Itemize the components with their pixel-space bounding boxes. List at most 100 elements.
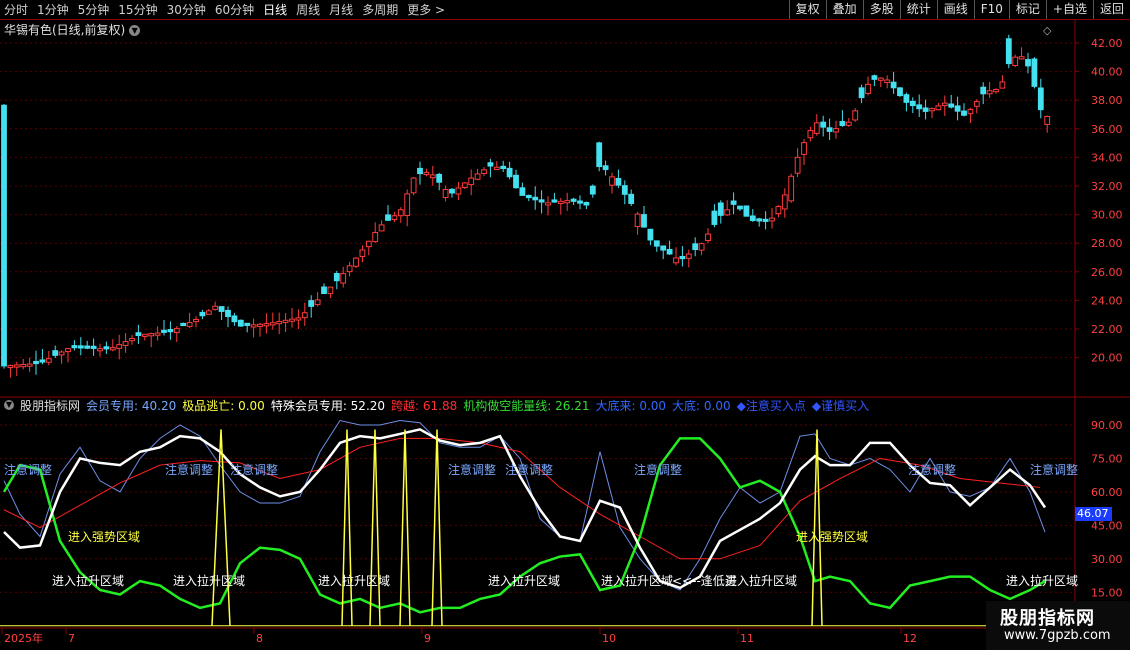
candle-body bbox=[45, 358, 52, 363]
annotation-bottom: <<--逢低买 bbox=[672, 574, 737, 588]
candle-body bbox=[858, 87, 865, 99]
candle-body bbox=[218, 306, 225, 312]
candle-body bbox=[948, 103, 955, 108]
ind-tick-label: 15.00 bbox=[1091, 586, 1123, 599]
candle-body bbox=[532, 196, 539, 201]
indicator-value: ◆谨慎买入 bbox=[811, 398, 870, 413]
candle-body bbox=[1018, 56, 1025, 60]
price-tick-label: 28.00 bbox=[1091, 237, 1123, 250]
candle-body bbox=[186, 322, 193, 327]
candle-body bbox=[135, 332, 142, 336]
annotation-strong: 进入强势区域 bbox=[796, 530, 868, 544]
ind-tick-label: 75.00 bbox=[1091, 452, 1123, 465]
candle-body bbox=[77, 345, 84, 349]
annotation-strong: 进入强势区域 bbox=[68, 530, 140, 544]
indicator-legend: ▼ 股朋指标网 会员专用: 40.20 极品逃亡: 0.00 特殊会员专用: 52.… bbox=[4, 398, 875, 413]
annotation-lift: 进入拉升区域 bbox=[318, 573, 390, 588]
candle-body bbox=[756, 218, 763, 222]
candle-body bbox=[301, 312, 308, 319]
candle-body bbox=[225, 309, 231, 318]
candle-body bbox=[173, 328, 180, 334]
candle-body bbox=[282, 319, 289, 323]
candle-body bbox=[193, 318, 199, 323]
candle-body bbox=[141, 333, 148, 337]
candle-body bbox=[865, 83, 871, 94]
candle-body bbox=[564, 200, 571, 204]
candle-body bbox=[647, 228, 654, 241]
candle-body bbox=[1037, 87, 1044, 111]
candle-body bbox=[327, 286, 334, 295]
candle-body bbox=[621, 185, 628, 195]
candle-body bbox=[762, 218, 769, 222]
candle-body bbox=[90, 345, 97, 349]
candle-body bbox=[954, 105, 961, 112]
ind-tick-label: 60.00 bbox=[1091, 486, 1123, 499]
annotation-lift: 进入拉升区域 bbox=[173, 573, 245, 588]
candle-body bbox=[340, 273, 347, 284]
candle-body bbox=[1, 104, 7, 367]
candle-body bbox=[506, 167, 513, 178]
indicator-value: 机构做空能量线: 26.21 bbox=[463, 398, 590, 413]
candle-body bbox=[877, 77, 884, 81]
candle-body bbox=[999, 81, 1006, 89]
candle-body bbox=[551, 199, 558, 203]
candle-body bbox=[666, 248, 673, 255]
candle-body bbox=[986, 90, 993, 95]
candle-body bbox=[673, 257, 679, 264]
candle-body bbox=[423, 171, 430, 176]
candle-body bbox=[20, 364, 27, 368]
candle-body bbox=[385, 214, 391, 221]
candle-body bbox=[769, 217, 775, 222]
candle-body bbox=[634, 213, 641, 227]
candle-body bbox=[167, 329, 174, 333]
candle-body bbox=[538, 199, 545, 203]
x-label: 8 bbox=[256, 632, 263, 645]
annotation-adjust: 注意调整 bbox=[165, 462, 213, 477]
x-label: 11 bbox=[740, 632, 754, 645]
price-tick-label: 42.00 bbox=[1091, 37, 1123, 50]
candle-body bbox=[833, 128, 839, 133]
candle-body bbox=[1044, 116, 1051, 125]
candle-body bbox=[397, 209, 404, 217]
candle-body bbox=[897, 87, 903, 97]
annotation-adjust: 注意调整 bbox=[1030, 462, 1078, 477]
candle-body bbox=[314, 299, 321, 306]
candle-body bbox=[852, 110, 859, 121]
candle-body bbox=[890, 81, 897, 89]
annotation-adjust: 注意调整 bbox=[505, 462, 553, 477]
candle-body bbox=[417, 167, 423, 175]
candle-body bbox=[577, 200, 583, 204]
price-tick-label: 26.00 bbox=[1091, 266, 1123, 279]
candle-body bbox=[1025, 59, 1031, 67]
candle-body bbox=[7, 364, 14, 369]
candle-body bbox=[705, 233, 711, 242]
indicator-value: 大底: 0.00 bbox=[672, 398, 731, 413]
candle-body bbox=[602, 165, 609, 171]
candle-body bbox=[813, 122, 820, 134]
chevron-down-icon[interactable]: ▼ bbox=[4, 400, 14, 410]
candle-body bbox=[749, 215, 756, 222]
annotation-adjust: 注意调整 bbox=[908, 462, 956, 477]
candle-body bbox=[692, 243, 699, 250]
annotation-lift: 进入拉升区域 bbox=[488, 573, 560, 588]
kline-chart[interactable]: 42.00 40.00 38.00 36.00 34.00 32.00 30.00 28.00… bbox=[0, 0, 1130, 650]
candle-body bbox=[52, 350, 59, 356]
candle-body bbox=[545, 202, 551, 206]
candle-body bbox=[839, 121, 846, 126]
candle-body bbox=[481, 169, 487, 174]
indicator-value: 会员专用: 40.20 bbox=[86, 398, 177, 413]
candle-body bbox=[321, 286, 327, 295]
candle-body bbox=[378, 224, 385, 232]
candle-body bbox=[500, 165, 507, 169]
candle-body bbox=[717, 202, 724, 216]
candle-body bbox=[525, 194, 532, 199]
price-tick-label: 22.00 bbox=[1091, 323, 1123, 336]
candle-body bbox=[909, 100, 916, 107]
price-tick-label: 24.00 bbox=[1091, 294, 1123, 307]
candle-body bbox=[916, 104, 923, 110]
candle-body bbox=[269, 322, 276, 326]
candle-body bbox=[161, 329, 167, 333]
candle-body bbox=[276, 321, 283, 325]
ind-line-red bbox=[3, 437, 1041, 560]
candle-body bbox=[929, 108, 935, 112]
